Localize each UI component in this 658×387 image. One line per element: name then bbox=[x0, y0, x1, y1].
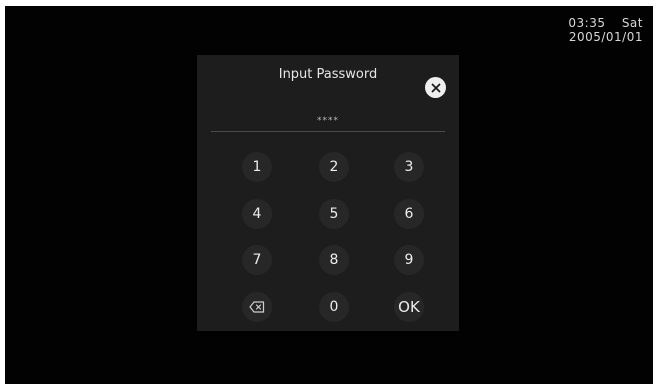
backspace-button[interactable] bbox=[242, 292, 272, 322]
status-clock: 03:35 Sat 2005/01/01 bbox=[568, 16, 643, 44]
key-9[interactable]: 9 bbox=[394, 245, 424, 275]
key-5[interactable]: 5 bbox=[319, 199, 349, 229]
key-6[interactable]: 6 bbox=[394, 199, 424, 229]
clock-day: Sat bbox=[621, 16, 643, 30]
key-4[interactable]: 4 bbox=[242, 199, 272, 229]
key-2[interactable]: 2 bbox=[319, 152, 349, 182]
clock-date: 2005/01/01 bbox=[568, 30, 643, 44]
backspace-icon bbox=[249, 301, 265, 313]
key-0[interactable]: 0 bbox=[319, 292, 349, 322]
key-1[interactable]: 1 bbox=[242, 152, 272, 182]
key-3[interactable]: 3 bbox=[394, 152, 424, 182]
key-7[interactable]: 7 bbox=[242, 245, 272, 275]
clock-time-row: 03:35 Sat bbox=[568, 16, 643, 30]
clock-time: 03:35 bbox=[568, 16, 606, 30]
numeric-keypad: 1 2 3 4 5 6 7 8 9 0 OK bbox=[197, 55, 459, 331]
key-8[interactable]: 8 bbox=[319, 245, 349, 275]
password-dialog: Input Password **** 1 2 3 4 5 6 7 8 9 0 … bbox=[197, 55, 459, 331]
ok-button[interactable]: OK bbox=[394, 292, 424, 322]
